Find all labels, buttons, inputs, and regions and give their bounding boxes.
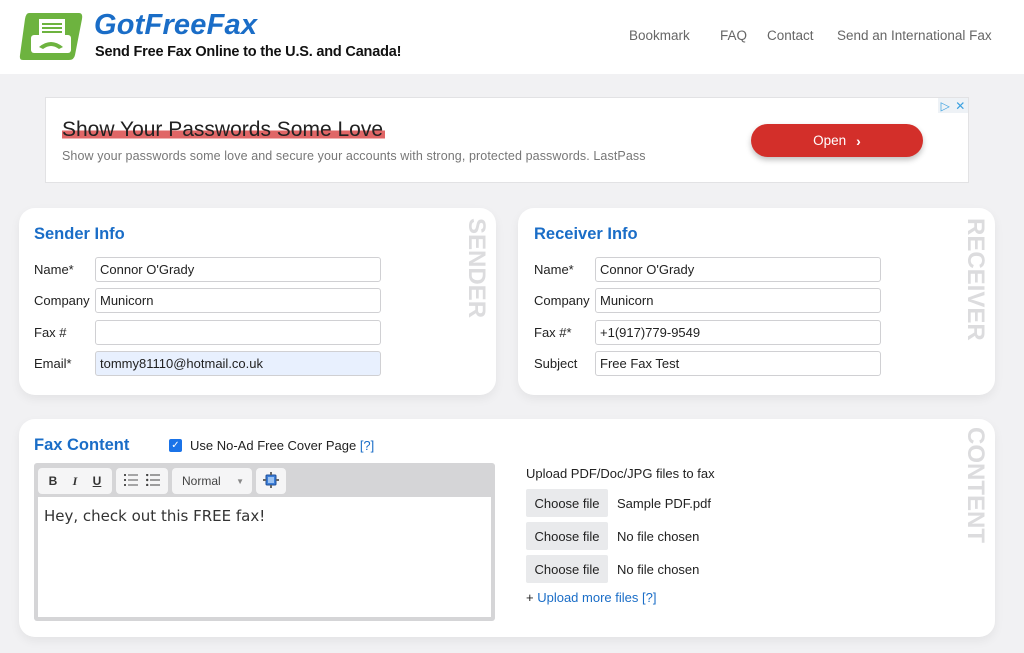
upload-label: Upload PDF/Doc/JPG files to fax bbox=[526, 466, 715, 481]
content-title: Fax Content bbox=[34, 436, 130, 454]
cover-page-label: Use No-Ad Free Cover Page bbox=[190, 438, 357, 453]
chevron-down-icon: ▼ bbox=[236, 476, 244, 486]
bold-button[interactable]: B bbox=[42, 474, 64, 488]
choose-file-button-3[interactable]: Choose file bbox=[526, 555, 608, 583]
content-side-label: CONTENT bbox=[962, 427, 989, 543]
fax-message-editor[interactable]: Hey, check out this FREE fax! bbox=[38, 497, 491, 617]
fax-template-icon[interactable] bbox=[260, 471, 282, 491]
format-select-value: Normal bbox=[182, 474, 221, 488]
cover-page-checkbox[interactable]: ✓ bbox=[169, 439, 182, 452]
sender-card: Sender Info SENDER Name* Company Fax # E… bbox=[19, 208, 496, 395]
sender-side-label: SENDER bbox=[463, 218, 490, 319]
file-name-2: No file chosen bbox=[617, 528, 700, 544]
sender-email-label: Email* bbox=[34, 356, 72, 371]
file-input-2: Choose file No file chosen bbox=[526, 522, 699, 550]
ordered-list-icon[interactable] bbox=[120, 473, 142, 489]
format-select[interactable]: Normal ▼ bbox=[172, 468, 252, 494]
receiver-side-label: RECEIVER bbox=[962, 218, 989, 341]
sender-email-input[interactable] bbox=[95, 351, 381, 376]
cover-page-help-link[interactable]: [?] bbox=[360, 438, 374, 453]
receiver-fax-row: Fax #* bbox=[534, 320, 881, 345]
receiver-subject-input[interactable] bbox=[595, 351, 881, 376]
file-input-1: Choose file Sample PDF.pdf bbox=[526, 489, 711, 517]
nav-international-fax[interactable]: Send an International Fax bbox=[837, 28, 992, 43]
receiver-subject-label: Subject bbox=[534, 356, 578, 371]
file-input-3: Choose file No file chosen bbox=[526, 555, 699, 583]
editor-toolbar: B I U Normal ▼ bbox=[38, 468, 286, 494]
nav-faq[interactable]: FAQ bbox=[720, 28, 747, 43]
ad-banner[interactable]: Show Your Passwords Some Love Show your … bbox=[45, 97, 969, 183]
bullet-list-icon[interactable] bbox=[142, 473, 164, 489]
underline-button[interactable]: U bbox=[86, 474, 108, 488]
template-group bbox=[256, 468, 286, 494]
receiver-card: Receiver Info RECEIVER Name* Company Fax… bbox=[518, 208, 995, 395]
sender-fax-input[interactable] bbox=[95, 320, 381, 345]
receiver-fax-label: Fax #* bbox=[534, 325, 572, 340]
receiver-company-label: Company bbox=[534, 293, 590, 308]
sender-company-input[interactable] bbox=[95, 288, 381, 313]
receiver-name-label: Name* bbox=[534, 262, 574, 277]
receiver-company-row: Company bbox=[534, 288, 881, 313]
sender-name-input[interactable] bbox=[95, 257, 381, 282]
upload-more: + Upload more files [?] bbox=[526, 590, 656, 605]
receiver-name-row: Name* bbox=[534, 257, 881, 282]
ad-title[interactable]: Show Your Passwords Some Love bbox=[62, 118, 386, 142]
sender-title: Sender Info bbox=[34, 225, 125, 243]
italic-button[interactable]: I bbox=[64, 474, 86, 489]
format-group: B I U bbox=[38, 468, 112, 494]
upload-more-files-link[interactable]: Upload more files bbox=[537, 590, 638, 605]
ad-description: Show your passwords some love and secure… bbox=[62, 149, 646, 163]
receiver-company-input[interactable] bbox=[595, 288, 881, 313]
close-icon[interactable]: ✕ bbox=[955, 99, 965, 113]
chevron-right-icon: › bbox=[856, 132, 861, 149]
sender-email-row: Email* bbox=[34, 351, 381, 376]
list-group bbox=[116, 468, 168, 494]
brand-tagline: Send Free Fax Online to the U.S. and Can… bbox=[95, 44, 402, 60]
sender-fax-label: Fax # bbox=[34, 325, 67, 340]
receiver-subject-row: Subject bbox=[534, 351, 881, 376]
nav-bookmark[interactable]: Bookmark bbox=[629, 28, 690, 43]
fax-editor: B I U Normal ▼ Hey, check out this FREE … bbox=[34, 463, 495, 621]
file-name-3: No file chosen bbox=[617, 561, 700, 577]
upload-more-prefix: + bbox=[526, 590, 534, 605]
receiver-name-input[interactable] bbox=[595, 257, 881, 282]
fax-logo-icon[interactable] bbox=[19, 11, 83, 61]
choose-file-button-1[interactable]: Choose file bbox=[526, 489, 608, 517]
content-card: Fax Content ✓ Use No-Ad Free Cover Page … bbox=[19, 419, 995, 637]
ad-choices[interactable]: ▷ ✕ bbox=[938, 98, 968, 113]
upload-more-help-link[interactable]: [?] bbox=[642, 590, 656, 605]
sender-fax-row: Fax # bbox=[34, 320, 381, 345]
sender-company-label: Company bbox=[34, 293, 90, 308]
cover-page-option[interactable]: ✓ Use No-Ad Free Cover Page [?] bbox=[169, 438, 374, 453]
adchoices-icon[interactable]: ▷ bbox=[941, 99, 950, 113]
file-name-1: Sample PDF.pdf bbox=[617, 495, 711, 511]
sender-name-label: Name* bbox=[34, 262, 74, 277]
nav-contact[interactable]: Contact bbox=[767, 28, 814, 43]
sender-company-row: Company bbox=[34, 288, 381, 313]
choose-file-button-2[interactable]: Choose file bbox=[526, 522, 608, 550]
site-header: GotFreeFax Send Free Fax Online to the U… bbox=[0, 0, 1024, 74]
receiver-fax-input[interactable] bbox=[595, 320, 881, 345]
sender-name-row: Name* bbox=[34, 257, 381, 282]
ad-open-button[interactable]: Open › bbox=[751, 124, 923, 157]
receiver-title: Receiver Info bbox=[534, 225, 638, 243]
brand-name[interactable]: GotFreeFax bbox=[94, 9, 257, 42]
